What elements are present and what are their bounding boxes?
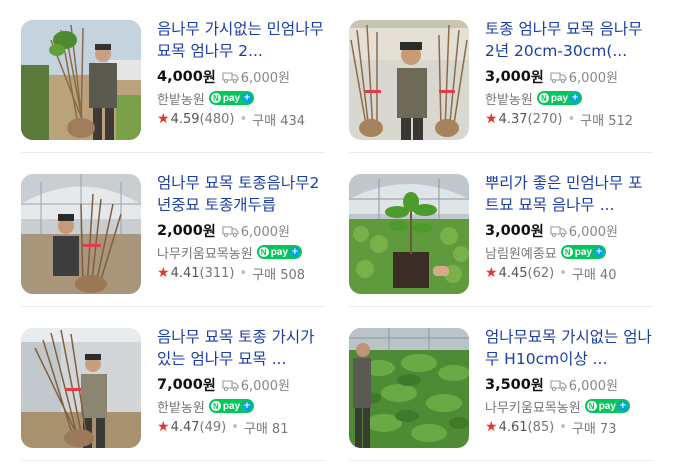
product-thumbnail[interactable] <box>21 174 141 294</box>
truck-icon <box>550 71 567 83</box>
product-photo-man-with-two-bundles <box>349 20 469 140</box>
separator-dot: • <box>239 265 248 281</box>
product-card[interactable]: 뿌리가 좋은 민엄나무 포트묘 묘목 음나무 ... 3,000 원 6,000원… <box>349 154 653 307</box>
price-unit: 원 <box>202 69 216 86</box>
review-count: (270) <box>527 111 563 127</box>
product-thumbnail[interactable] <box>349 174 469 294</box>
seller-name[interactable]: 한밭농원 <box>157 89 205 108</box>
rating-score: 4.61 <box>498 419 528 435</box>
rating-score: 4.47 <box>170 419 200 435</box>
truck-icon <box>550 225 567 237</box>
shipping-fee: 6,000원 <box>568 225 618 240</box>
star-icon: ★ <box>157 419 170 435</box>
product-price: 2,000 <box>157 222 203 239</box>
product-price: 3,500 <box>485 376 531 393</box>
product-price: 3,000 <box>485 222 531 239</box>
rating-score: 4.45 <box>498 265 528 281</box>
star-icon: ★ <box>485 419 498 435</box>
separator-dot: • <box>559 265 567 281</box>
review-count: (480) <box>199 111 235 127</box>
product-photo-leafy-seedlings <box>349 328 469 448</box>
product-card[interactable]: 음나무 가시없는 민엄나무 묘목 엄나무 2... 4,000 원 6,000원 … <box>21 0 325 153</box>
shipping-fee: 6,000원 <box>568 379 618 394</box>
separator-dot: • <box>239 111 248 127</box>
product-price: 4,000 <box>157 68 203 85</box>
product-title[interactable]: 음나무 가시없는 민엄나무 묘목 엄나무 2... <box>157 18 325 62</box>
purchase-count: 구매 73 <box>571 421 617 437</box>
product-title[interactable]: 토종 엄나무 묘목 음나무 2년 20cm-30cm(... <box>485 18 653 62</box>
product-price: 3,000 <box>485 68 531 85</box>
star-icon: ★ <box>485 111 498 127</box>
seller-name[interactable]: 남림원예종묘 <box>485 243 557 262</box>
product-photo-man-with-saplings <box>21 20 141 140</box>
npay-plus-badge: Npay + <box>560 245 606 259</box>
shipping-fee: 6,000원 <box>240 379 290 394</box>
npay-plus-badge: Npay + <box>584 399 630 413</box>
rating-score: 4.59 <box>170 111 200 127</box>
npay-plus-badge: Npay + <box>256 245 302 259</box>
price-unit: 원 <box>202 223 216 240</box>
price-unit: 원 <box>530 223 544 240</box>
rating-score: 4.41 <box>170 265 200 281</box>
product-photo-man-with-long-saplings <box>21 328 141 448</box>
npay-plus-badge: Npay + <box>208 91 255 105</box>
truck-icon <box>222 225 239 237</box>
seller-name[interactable]: 한밭농원 <box>485 89 533 108</box>
product-card[interactable]: 엄나무묘목 가시없는 엄나무 H10cm이상 ... 3,500 원 6,000원… <box>349 308 653 461</box>
npay-plus-badge: Npay + <box>208 399 255 413</box>
product-card[interactable]: 토종 엄나무 묘목 음나무 2년 20cm-30cm(... 3,000 원 6,… <box>349 0 653 153</box>
purchase-count: 구매 40 <box>571 267 617 283</box>
price-unit: 원 <box>530 377 544 394</box>
purchase-count: 구매 81 <box>243 421 289 437</box>
review-count: (85) <box>527 419 555 435</box>
product-thumbnail[interactable] <box>21 328 141 448</box>
star-icon: ★ <box>485 265 498 281</box>
shipping-fee: 6,000원 <box>240 71 290 86</box>
purchase-count: 구매 512 <box>580 113 634 129</box>
product-title[interactable]: 뿌리가 좋은 민엄나무 포트묘 묘목 음나무 ... <box>485 172 653 216</box>
product-title[interactable]: 엄나무 묘목 토종음나무2년중묘 토종개두릅 <box>157 172 325 216</box>
product-title[interactable]: 음나무 묘목 토종 가시가있는 엄나무 묘목 ... <box>157 326 325 370</box>
rating-score: 4.37 <box>498 111 528 127</box>
separator-dot: • <box>231 419 239 435</box>
product-thumbnail[interactable] <box>349 328 469 448</box>
price-unit: 원 <box>530 69 544 86</box>
separator-dot: • <box>559 419 567 435</box>
product-title[interactable]: 엄나무묘목 가시없는 엄나무 H10cm이상 ... <box>485 326 653 370</box>
product-card[interactable]: 음나무 묘목 토종 가시가있는 엄나무 묘목 ... 7,000 원 6,000원… <box>21 308 325 461</box>
purchase-count: 구매 508 <box>252 267 306 283</box>
product-photo-potted-seedling <box>349 174 469 294</box>
shipping-fee: 6,000원 <box>240 225 290 240</box>
shipping-fee: 6,000원 <box>568 71 618 86</box>
review-count: (311) <box>199 265 235 281</box>
star-icon: ★ <box>157 111 170 127</box>
truck-icon <box>222 71 239 83</box>
purchase-count: 구매 434 <box>252 113 306 129</box>
product-thumbnail[interactable] <box>349 20 469 140</box>
product-thumbnail[interactable] <box>21 20 141 140</box>
separator-dot: • <box>567 111 576 127</box>
product-card[interactable]: 엄나무 묘목 토종음나무2년중묘 토종개두릅 2,000 원 6,000원 나무키… <box>21 154 325 307</box>
truck-icon <box>550 379 567 391</box>
star-icon: ★ <box>157 265 170 281</box>
review-count: (49) <box>199 419 227 435</box>
price-unit: 원 <box>202 377 216 394</box>
product-photo-greenhouse-bundle <box>21 174 141 294</box>
seller-name[interactable]: 나무키움묘목농원 <box>485 397 581 416</box>
seller-name[interactable]: 한밭농원 <box>157 397 205 416</box>
truck-icon <box>222 379 239 391</box>
npay-plus-badge: Npay + <box>536 91 583 105</box>
seller-name[interactable]: 나무키움묘목농원 <box>157 243 253 262</box>
product-price: 7,000 <box>157 376 203 393</box>
review-count: (62) <box>527 265 555 281</box>
